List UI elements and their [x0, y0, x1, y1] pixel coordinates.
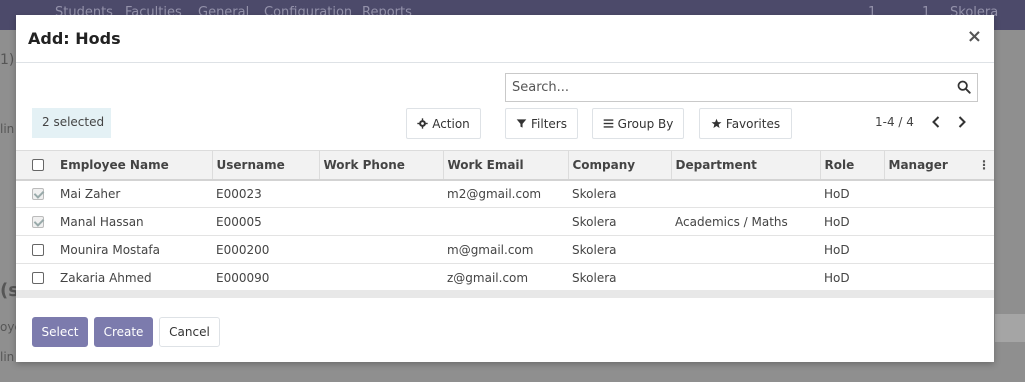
cell-role: HoD: [824, 242, 850, 257]
cell-department: [671, 264, 820, 292]
cancel-button[interactable]: Cancel: [159, 317, 220, 347]
filter-icon: [516, 119, 527, 128]
favorites-button[interactable]: Favorites: [699, 108, 792, 139]
column-header-department[interactable]: Department: [670, 150, 820, 181]
kebab-icon[interactable]: ⋮: [978, 158, 990, 172]
cell-manager: [884, 180, 974, 208]
search-bar: [505, 73, 978, 102]
row-checkbox[interactable]: [32, 272, 44, 284]
cell-role: HoD: [824, 186, 850, 201]
favorites-label: Favorites: [725, 116, 781, 131]
background-text: 1): [0, 52, 15, 68]
cell-username: E00005: [216, 214, 262, 229]
cell-company: Skolera: [572, 242, 617, 257]
table-header-row: Employee Name Username Work Phone Work E…: [16, 150, 994, 181]
cell-employee-name: Manal Hassan: [60, 214, 144, 229]
cell-department: [671, 180, 820, 208]
add-hods-dialog: Add: Hods × 2 selected Action Filters: [16, 15, 994, 362]
cell-company: Skolera: [572, 270, 617, 285]
table-row[interactable]: Manal Hassan E00005 Skolera Academics / …: [16, 208, 994, 236]
background-text: lin: [0, 350, 15, 364]
column-header-work-email[interactable]: Work Email: [442, 150, 568, 181]
selection-count: 2 selected: [32, 108, 111, 138]
cell-manager: [884, 264, 974, 292]
cell-username: E00023: [216, 186, 262, 201]
search-input[interactable]: [506, 74, 946, 101]
cell-role: HoD: [824, 270, 850, 285]
cell-company: Skolera: [572, 214, 617, 229]
dialog-header: Add: Hods ×: [16, 15, 994, 63]
row-checkbox[interactable]: [32, 244, 44, 256]
background-panel: [995, 314, 1025, 342]
column-header-manager[interactable]: Manager: [883, 150, 974, 181]
cell-work-email: z@gmail.com: [447, 270, 529, 285]
table-row[interactable]: Mai Zaher E00023 m2@gmail.com Skolera Ho…: [16, 180, 994, 208]
dialog-footer: Select Create Cancel: [16, 298, 994, 362]
select-all-checkbox[interactable]: [32, 159, 44, 172]
group-by-label: Group By: [617, 116, 674, 131]
cell-role: HoD: [824, 214, 850, 229]
cell-work-phone: [319, 236, 443, 264]
filters-button[interactable]: Filters: [505, 108, 578, 139]
chevron-right-icon[interactable]: [954, 114, 970, 130]
column-header-role[interactable]: Role: [819, 150, 884, 181]
create-button[interactable]: Create: [94, 317, 153, 347]
employees-table: Employee Name Username Work Phone Work E…: [16, 150, 994, 292]
cell-employee-name: Mounira Mostafa: [60, 242, 160, 257]
row-checkbox[interactable]: [32, 188, 44, 201]
cell-company: Skolera: [572, 186, 617, 201]
group-by-button[interactable]: Group By: [592, 108, 684, 139]
row-checkbox[interactable]: [32, 216, 44, 228]
filters-label: Filters: [531, 116, 567, 131]
action-button[interactable]: Action: [406, 108, 481, 139]
column-header-company[interactable]: Company: [567, 150, 671, 181]
cell-department: Academics / Maths: [675, 214, 788, 229]
select-all-cell: [16, 150, 56, 181]
cell-username: E000090: [216, 270, 270, 285]
cell-work-phone: [319, 208, 443, 236]
close-icon[interactable]: ×: [967, 26, 982, 47]
select-button[interactable]: Select: [32, 317, 88, 347]
horizontal-scrollbar[interactable]: [16, 290, 994, 298]
cell-manager: [884, 208, 974, 236]
table-row[interactable]: Mounira Mostafa E000200 m@gmail.com Skol…: [16, 236, 994, 264]
list-icon: [603, 119, 613, 128]
cell-username: E000200: [216, 242, 270, 257]
pager-value[interactable]: 1-4 / 4: [875, 115, 914, 129]
cell-department: [671, 236, 820, 264]
action-label: Action: [432, 116, 470, 131]
cell-work-phone: [319, 264, 443, 292]
column-header-username[interactable]: Username: [211, 150, 319, 181]
table-row[interactable]: Zakaria Ahmed E000090 z@gmail.com Skoler…: [16, 264, 994, 292]
column-header-employee-name[interactable]: Employee Name: [56, 150, 212, 181]
column-header-work-phone[interactable]: Work Phone: [318, 150, 443, 181]
cell-work-email: [443, 208, 568, 236]
dialog-title: Add: Hods: [28, 29, 121, 48]
cell-employee-name: Mai Zaher: [60, 186, 121, 201]
background-text: lin: [0, 122, 15, 136]
cell-work-phone: [319, 180, 443, 208]
gear-icon: [417, 118, 428, 129]
cell-manager: [884, 236, 974, 264]
cell-employee-name: Zakaria Ahmed: [60, 270, 152, 285]
star-icon: [711, 118, 722, 129]
cell-work-email: m2@gmail.com: [447, 186, 542, 201]
search-icon[interactable]: [957, 80, 971, 94]
cell-work-email: m@gmail.com: [447, 242, 534, 257]
chevron-left-icon[interactable]: [928, 114, 944, 130]
optional-columns-cell: ⋮: [974, 150, 994, 181]
